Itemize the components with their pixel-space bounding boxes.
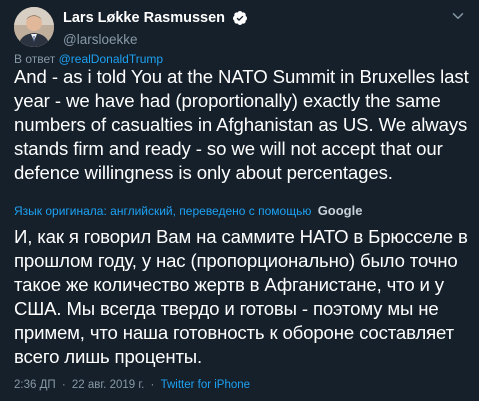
tweet-source-link[interactable]: Twitter for iPhone (161, 379, 250, 391)
tweet-date[interactable]: 22 авг. 2019 г. (72, 379, 144, 391)
author-info: Lars Løkke Rasmussen @larsloekke (63, 9, 248, 49)
meta-separator-2: · (150, 379, 155, 391)
chevron-down-icon[interactable] (449, 7, 467, 25)
verified-badge-icon (232, 10, 248, 31)
translation-notice: Язык оригинала: английский, переведено с… (14, 203, 362, 218)
avatar[interactable] (14, 7, 54, 47)
tweet-card: Lars Løkke Rasmussen @larsloekke В ответ… (0, 0, 479, 401)
translation-provider-logo: Google (317, 203, 363, 218)
reply-prefix: В ответ (14, 52, 56, 66)
author-display-name[interactable]: Lars Løkke Rasmussen (63, 9, 225, 27)
tweet-header: Lars Løkke Rasmussen @larsloekke (14, 7, 469, 47)
author-handle[interactable]: @larsloekke (63, 31, 248, 49)
tweet-text-translated: И, как я говорил Вам на саммите НАТО в Б… (14, 226, 468, 367)
tweet-meta: 2:36 ДП · 22 авг. 2019 г. · Twitter for … (14, 379, 250, 391)
tweet-text-original: And - as i told You at the NATO Summit i… (14, 66, 469, 183)
meta-separator: · (61, 379, 66, 391)
reply-context: В ответ @realDonaldTrump (14, 52, 163, 66)
avatar-image (14, 7, 54, 47)
reply-mention-link[interactable]: @realDonaldTrump (59, 52, 163, 66)
translation-notice-link[interactable]: Язык оригинала: английский, переведено с… (14, 204, 311, 218)
tweet-time[interactable]: 2:36 ДП (14, 379, 56, 391)
